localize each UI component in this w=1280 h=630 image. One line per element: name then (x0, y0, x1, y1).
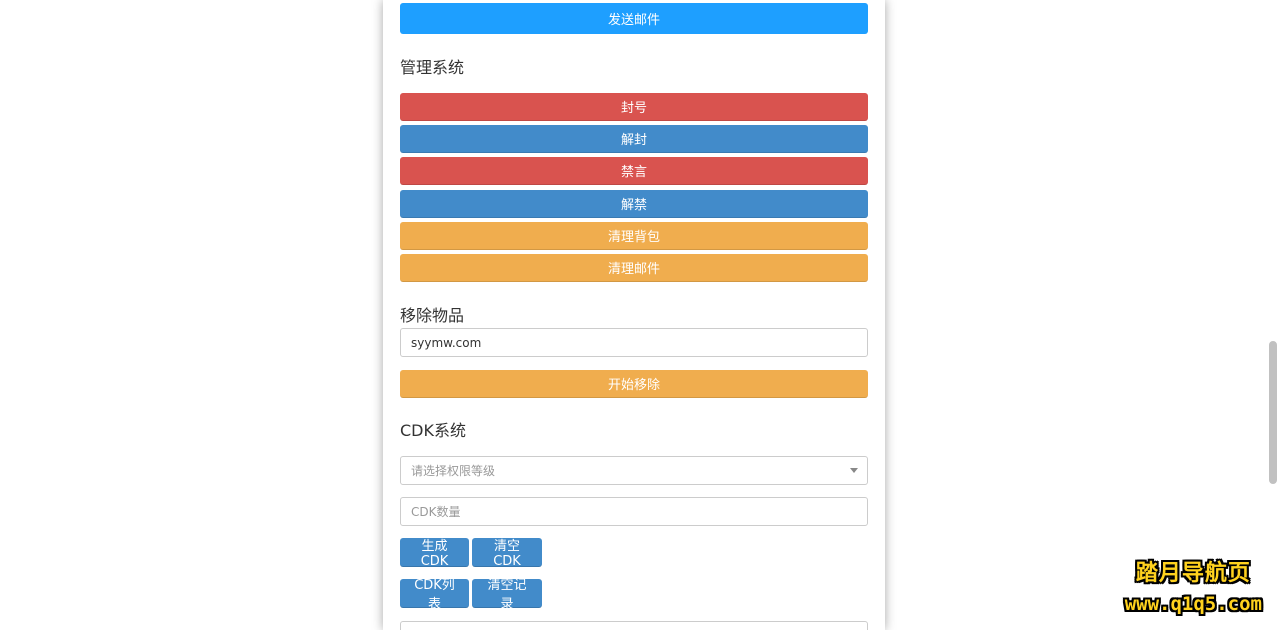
clear-cdk-button[interactable]: 清空CDK (472, 538, 542, 569)
admin-section-title: 管理系统 (400, 58, 465, 77)
clear-records-button[interactable]: 清空记录 (472, 578, 542, 612)
watermark-logo: 踏月导航页 www.q1q5.com (1125, 555, 1262, 615)
cdk-count-placeholder: CDK数量 (411, 505, 461, 519)
cdk-section-title: CDK系统 (400, 421, 466, 440)
mute-button[interactable]: 禁言 (400, 157, 868, 185)
send-mail-button[interactable]: 发送邮件 (400, 3, 868, 34)
generate-cdk-button[interactable]: 生成CDK (400, 538, 469, 569)
remove-item-section-title: 移除物品 (400, 306, 465, 325)
permission-level-placeholder: 请选择权限等级 (411, 464, 496, 478)
clear-backpack-button[interactable]: 清理背包 (400, 222, 868, 250)
remove-item-input[interactable]: syymw.com (400, 328, 868, 357)
remove-item-input-value: syymw.com (411, 335, 482, 350)
partial-input[interactable] (400, 621, 868, 630)
clear-mail-button[interactable]: 清理邮件 (400, 254, 868, 282)
unban-account-button[interactable]: 解封 (400, 125, 868, 153)
start-remove-button[interactable]: 开始移除 (400, 370, 868, 398)
admin-panel: 发送邮件 管理系统 封号 解封 禁言 解禁 清理背包 清理邮件 移除物品 syy… (383, 0, 885, 630)
cdk-list-button[interactable]: CDK列表 (400, 578, 469, 612)
ban-account-button[interactable]: 封号 (400, 93, 868, 121)
watermark-url: www.q1q5.com (1124, 593, 1262, 615)
chevron-down-icon (850, 468, 858, 473)
scrollbar[interactable] (1265, 0, 1280, 630)
permission-level-select[interactable]: 请选择权限等级 (400, 456, 868, 485)
cdk-count-input[interactable]: CDK数量 (400, 497, 868, 526)
unmute-button[interactable]: 解禁 (400, 190, 868, 218)
watermark-title: 踏月导航页 (1135, 561, 1251, 586)
scrollbar-thumb[interactable] (1269, 341, 1277, 484)
